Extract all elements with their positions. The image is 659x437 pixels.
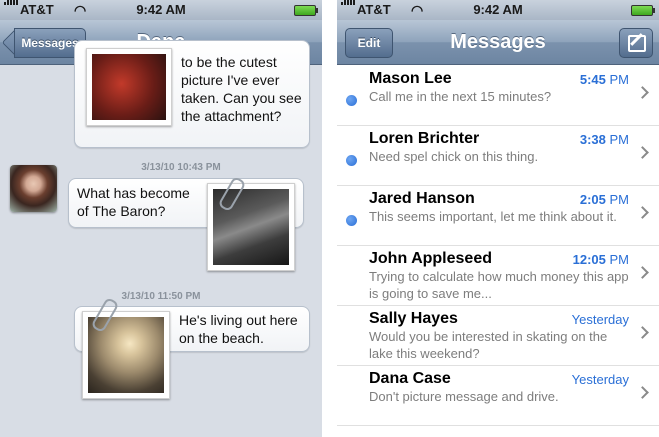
contact-avatar — [10, 165, 57, 212]
divider — [322, 0, 337, 437]
thread-preview: This seems important, let me think about… — [369, 209, 617, 224]
chevron-right-icon — [636, 206, 649, 219]
chevron-right-icon — [636, 326, 649, 339]
thread-sender: Dana Case — [369, 370, 451, 387]
thread-time: 3:38 PM — [579, 132, 629, 147]
thread-row[interactable]: Sally Hayes Yesterday Would you be inter… — [337, 305, 659, 366]
thread-row[interactable]: Dana Case Yesterday Don't picture messag… — [337, 365, 659, 426]
chevron-right-icon — [636, 146, 649, 159]
thread-row[interactable]: Mason Lee 5:45 PM Call me in the next 15… — [337, 65, 659, 126]
thread-time: Yesterday — [571, 312, 629, 327]
thread-sender: John Appleseed — [369, 250, 492, 267]
unread-dot-icon — [346, 155, 357, 166]
status-time: 9:42 AM — [136, 2, 186, 17]
inbox-title: Messages — [450, 31, 546, 53]
battery-icon — [294, 5, 318, 16]
battery-icon — [631, 5, 655, 16]
thread-time: 5:45 PM — [579, 72, 629, 87]
thread-row[interactable]: Jared Hanson 2:05 PM This seems importan… — [337, 185, 659, 246]
message-timestamp: 3/13/10 11:50 PM — [121, 291, 201, 302]
thread-row[interactable]: Loren Brichter 3:38 PM Need spel chick o… — [337, 125, 659, 186]
chevron-right-icon — [636, 266, 649, 279]
thread-time: 12:05 PM — [572, 252, 629, 267]
status-bar: AT&T ◠ 9:42 AM — [337, 0, 659, 20]
status-time: 9:42 AM — [473, 2, 523, 17]
thread-sender: Jared Hanson — [369, 190, 475, 207]
compose-icon — [628, 35, 646, 52]
thread-sender: Sally Hayes — [369, 310, 458, 327]
thread-preview: Don't picture message and drive. — [369, 389, 559, 404]
chevron-right-icon — [636, 86, 649, 99]
chevron-right-icon — [636, 386, 649, 399]
unread-dot-icon — [346, 215, 357, 226]
compose-button[interactable] — [619, 28, 653, 58]
thread-time: 2:05 PM — [579, 192, 629, 207]
unread-dot-icon — [346, 95, 357, 106]
thread-sender: Mason Lee — [369, 70, 452, 87]
thread-preview: Call me in the next 15 minutes? — [369, 89, 552, 104]
status-bar: AT&T ◠ 9:42 AM — [0, 0, 322, 20]
message-timestamp: 3/13/10 10:43 PM — [141, 162, 221, 173]
inbox-screen: AT&T ◠ 9:42 AM Edit Messages Mason Lee 5… — [337, 0, 659, 437]
thread-sender: Loren Brichter — [369, 130, 480, 147]
thread-preview: Trying to calculate how much money this … — [369, 269, 629, 301]
conversation-screen: AT&T ◠ 9:42 AM Messages Dana to be the c… — [0, 0, 322, 437]
message-text: He's living out here on the beach. — [179, 312, 298, 346]
thread-preview: Would you be interested in skating on th… — [369, 329, 608, 361]
thread-row[interactable]: John Appleseed 12:05 PM Trying to calcul… — [337, 245, 659, 306]
photo-attachment[interactable] — [207, 183, 295, 271]
message-text: What has become of The Baron? — [77, 185, 190, 219]
thread-time: Yesterday — [571, 372, 629, 387]
navigation-bar: Edit Messages — [337, 20, 659, 65]
thread-preview: Need spel chick on this thing. — [369, 149, 539, 164]
